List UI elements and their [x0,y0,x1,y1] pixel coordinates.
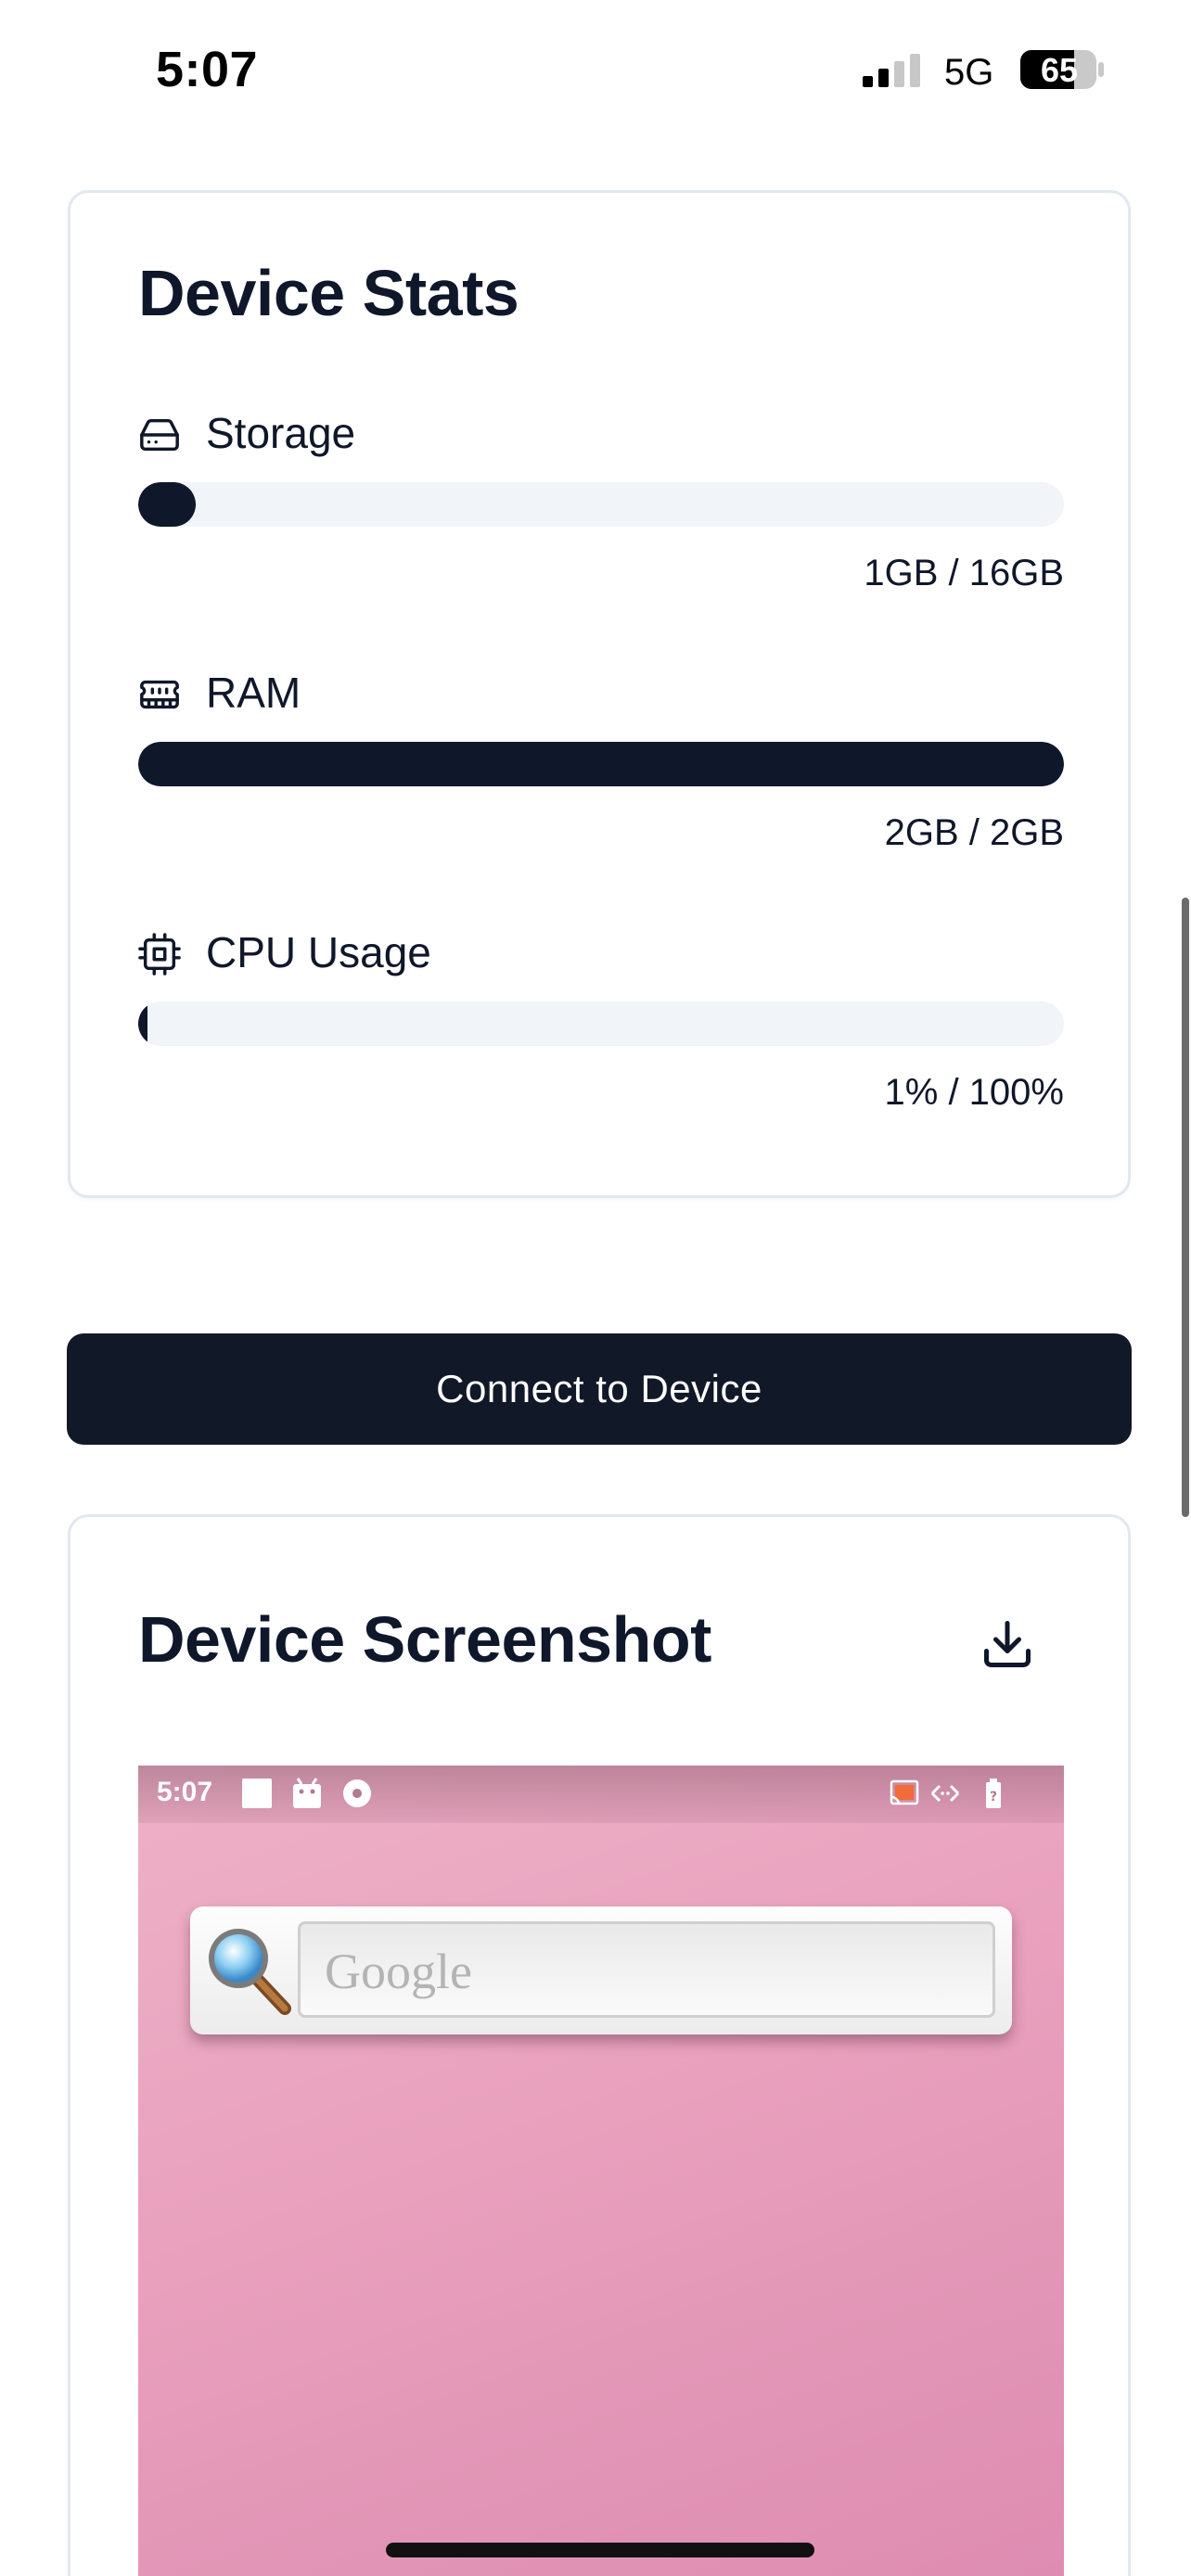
ram-progress-bar [138,742,1064,786]
stat-storage-label: Storage [206,409,356,457]
cpu-progress-bar [138,1001,1064,1046]
cast-icon [890,1779,919,1805]
device-stats-title: Device Stats [138,257,519,329]
storage-progress-bar [138,482,1064,527]
ram-progress-fill [138,742,1064,786]
android-robot-icon [293,1778,321,1808]
storage-progress-fill [138,482,197,527]
download-screenshot-button[interactable] [952,1602,1063,1686]
search-placeholder: Google [325,1944,472,1999]
network-type: 5G [944,52,994,93]
stat-cpu-label-row: CPU Usage [138,925,1064,981]
status-bar: 5:07 5G 65 [0,0,1191,139]
device-screenshot-image: 5:07 ? Google [138,1766,1064,2576]
stat-ram: RAM 2GB / 2GB [138,666,1064,879]
device-screenshot-card: Device Screenshot 5:07 ? Google [68,1514,1131,2576]
device-screenshot-title: Device Screenshot [138,1603,711,1676]
device-stats-card: Device Stats Storage 1GB / 16GB RAM 2GB … [68,190,1131,1198]
svg-text:?: ? [990,1790,997,1804]
connect-to-device-button[interactable]: Connect to Device [67,1333,1132,1445]
preview-status-bar: 5:07 ? [138,1766,1064,1823]
data-transfer-icon [930,1784,960,1803]
cpu-icon [138,933,181,976]
battery-unknown-icon: ? [986,1779,1001,1808]
battery-level: 65 [1040,51,1079,89]
disc-icon [343,1779,371,1807]
hard-drive-icon [140,418,179,452]
stat-cpu: CPU Usage 1% / 100% [138,925,1064,1139]
cpu-progress-fill [138,1001,147,1046]
stat-storage-value: 1GB / 16GB [864,553,1064,593]
stat-ram-label: RAM [206,669,301,717]
stat-ram-value: 2GB / 2GB [884,812,1064,853]
notification-square-icon [242,1779,272,1808]
scrollbar-thumb[interactable] [1182,898,1189,1517]
stat-storage: Storage 1GB / 16GB [138,406,1064,619]
status-time: 5:07 [156,42,259,97]
stat-cpu-value: 1% / 100% [884,1072,1064,1113]
app-page: 5:07 5G 65 Device Stats Storage 1GB / 16… [0,0,1191,2576]
google-search-widget[interactable]: Google [190,1906,1012,2034]
memory-stick-icon [140,680,179,709]
stat-ram-label-row: RAM [138,666,1064,721]
stat-storage-label-row: Storage [138,406,1064,462]
stat-cpu-label: CPU Usage [206,928,431,976]
home-indicator[interactable] [386,2543,814,2557]
google-search-input[interactable]: Google [298,1921,995,2018]
preview-time: 5:07 [157,1777,213,1807]
download-icon [984,1621,1031,1667]
cellular-signal-icon [863,54,920,87]
magnifier-icon [209,1929,291,2015]
